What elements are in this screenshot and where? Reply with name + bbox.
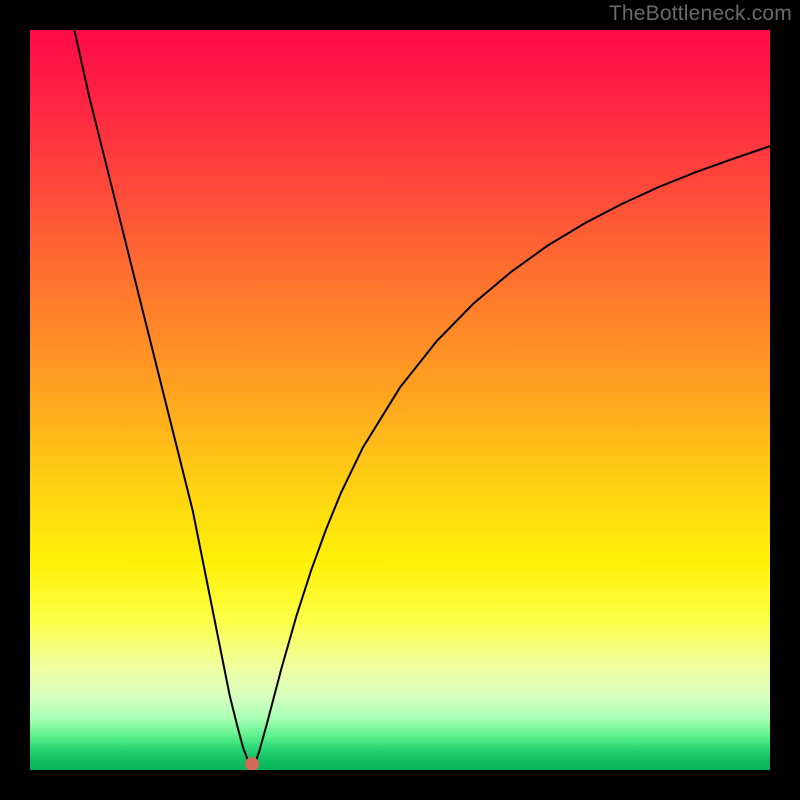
curve-layer [30,30,770,770]
watermark-text: TheBottleneck.com [609,2,792,26]
plot-area [30,30,770,770]
bottleneck-curve [74,30,770,767]
chart-frame: TheBottleneck.com [0,0,800,800]
